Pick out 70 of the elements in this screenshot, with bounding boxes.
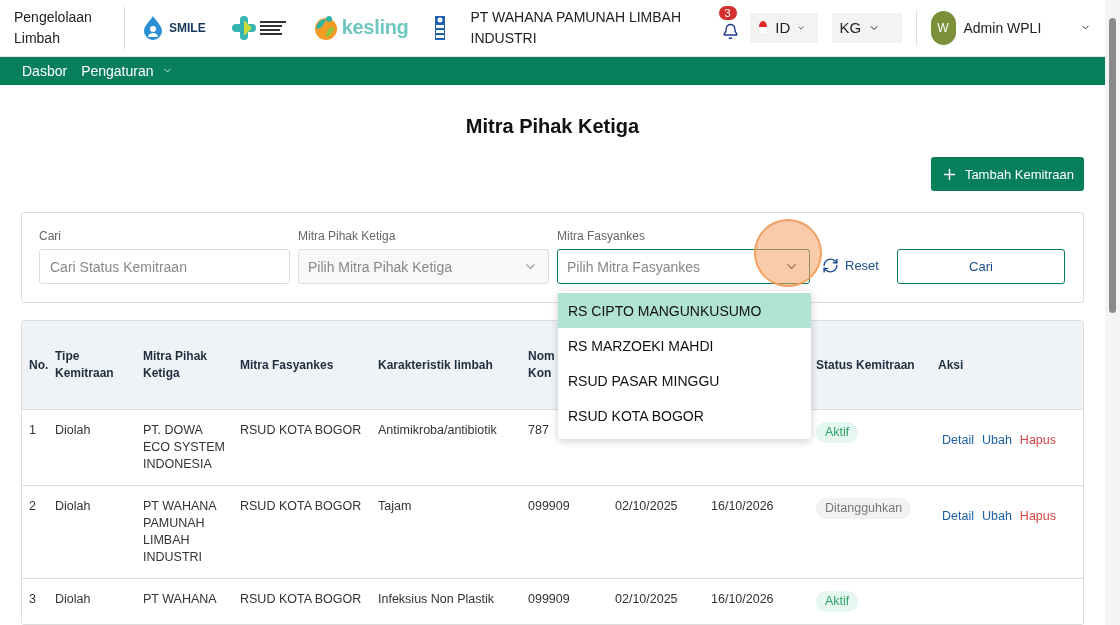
company-name: PT WAHANA PAMUNAH LIMBAH INDUSTRI <box>470 7 683 48</box>
notification-count: 3 <box>718 5 737 20</box>
reset-button[interactable]: Reset <box>822 257 879 274</box>
table-cell: 099909 <box>528 499 570 513</box>
table-cell: RSUD KOTA BOGOR <box>240 499 362 513</box>
status-tag: Aktif <box>816 591 859 612</box>
column-header: Karakteristik limbah <box>378 321 528 409</box>
droplet-logo-icon <box>141 14 165 41</box>
action-link[interactable]: Ubah <box>981 432 1012 449</box>
nav-link[interactable]: Pengaturan <box>81 62 173 79</box>
table-cell: Diolah <box>55 499 91 513</box>
table-cell: Diolah <box>55 423 91 437</box>
field-label: Cari <box>39 229 62 243</box>
table-cell: 787 <box>528 423 549 437</box>
table-cell: 16/10/2026 <box>711 499 774 513</box>
field-label: Mitra Fasyankes <box>557 229 647 243</box>
table-cell: 16/10/2026 <box>711 592 774 606</box>
table-cell: Antimikroba/antibiotik <box>378 423 497 437</box>
bell-icon <box>722 23 739 41</box>
logo-text: SMILE <box>169 20 206 35</box>
dropdown-option[interactable]: RS MARZOEKI MAHDI <box>558 328 811 363</box>
scrollbar[interactable] <box>1105 0 1120 625</box>
search-button[interactable]: Cari <box>896 249 1065 284</box>
table-cell: 02/10/2025 <box>615 592 678 606</box>
column-header: Aksi <box>938 321 1083 409</box>
table-cell: Infeksius Non Plastik <box>378 592 495 606</box>
table-cell: PT WAHANA <box>143 592 217 606</box>
table-cell: 3 <box>29 592 36 606</box>
action-link[interactable]: Ubah <box>981 508 1012 525</box>
action-link[interactable]: Hapus <box>1019 432 1056 449</box>
language-selector[interactable]: ID <box>749 12 818 43</box>
column-header: Mitra Pihak Ketiga <box>143 321 240 409</box>
dropdown-option[interactable]: RSUD PASAR MINGGU <box>558 363 811 398</box>
app-title: Pengelolaan Limbah <box>14 7 93 48</box>
flag-icon <box>757 20 769 36</box>
page-title: Mitra Pihak Ketiga <box>464 115 641 139</box>
column-header: Tipe Kemitraan <box>55 321 143 409</box>
leaf-logo-icon <box>313 14 338 41</box>
table-cell: RSUD KOTA BOGOR <box>240 423 362 437</box>
table-cell: 2 <box>29 499 36 513</box>
table-cell: Diolah <box>55 592 91 606</box>
logo-text: kesling <box>341 16 409 40</box>
nav-link[interactable]: Dasbor <box>22 62 68 79</box>
user-menu[interactable]: W Admin WPLI <box>930 10 1091 45</box>
dropdown-option[interactable]: RSUD KOTA BOGOR <box>558 398 811 433</box>
select-field[interactable]: Pilih Mitra Fasyankes <box>557 249 810 284</box>
status-tag: Aktif <box>816 422 859 443</box>
table-cell: PT. DOWA ECO SYSTEM INDONESIA <box>143 423 225 471</box>
user-avatar: W <box>930 10 956 45</box>
table-cell: Tajam <box>378 499 412 513</box>
table-cell: RSUD KOTA BOGOR <box>240 592 362 606</box>
refresh-icon <box>822 257 839 274</box>
field-label: Mitra Pihak Ketiga <box>298 229 397 243</box>
search-field[interactable]: Cari Status Kemitraan <box>39 249 290 284</box>
table-cell: PT WAHANA PAMUNAH LIMBAH INDUSTRI <box>143 499 216 564</box>
column-header: Status Kemitraan <box>816 321 938 409</box>
column-header: Mitra Fasyankes <box>240 321 378 409</box>
action-link[interactable]: Detail <box>942 508 974 525</box>
table-cell: 02/10/2025 <box>615 499 678 513</box>
action-link[interactable]: Hapus <box>1019 508 1056 525</box>
select-field[interactable]: Pilih Mitra Pihak Ketiga <box>298 249 549 284</box>
status-tag: Ditangguhkan <box>816 498 912 519</box>
table-cell: 099909 <box>528 592 570 606</box>
dropdown-option[interactable]: RS CIPTO MANGUNKUSUMO <box>558 293 811 328</box>
table-cell: 1 <box>29 423 36 437</box>
action-link[interactable]: Detail <box>942 432 974 449</box>
kemenkes-logo-drawing <box>231 14 288 41</box>
unit-selector[interactable]: KG <box>831 12 902 43</box>
column-header: No. <box>22 321 55 409</box>
add-partnership-button[interactable]: Tambah Kemitraan <box>930 157 1084 191</box>
